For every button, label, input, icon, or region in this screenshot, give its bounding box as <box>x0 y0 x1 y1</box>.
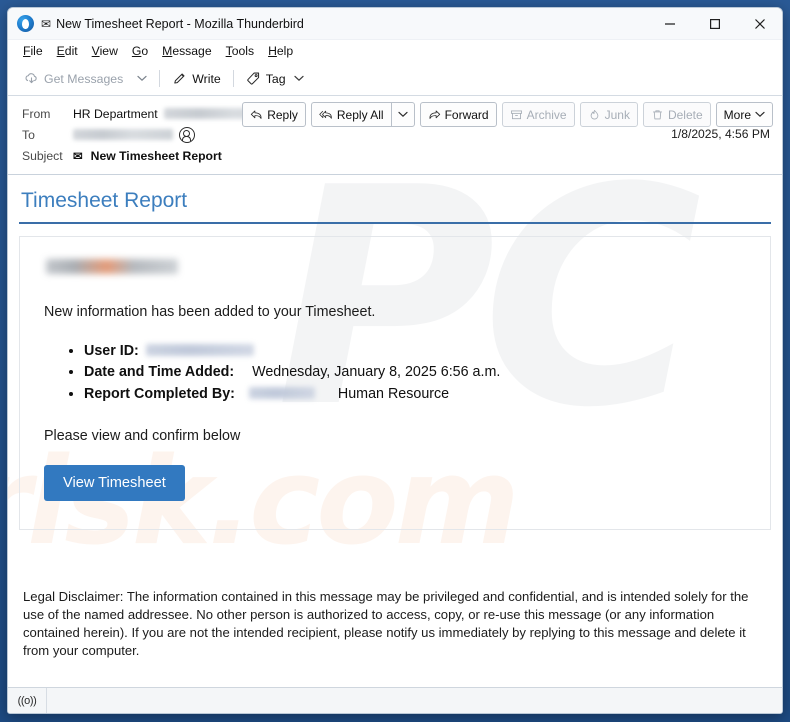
legal-disclaimer: Legal Disclaimer: The information contai… <box>23 589 749 658</box>
junk-flame-icon <box>590 109 598 119</box>
write-label: Write <box>192 71 221 86</box>
menu-view[interactable]: View <box>85 43 125 59</box>
to-label: To <box>22 127 35 142</box>
pencil-icon <box>174 73 185 84</box>
window-controls <box>647 8 782 39</box>
heading-divider <box>19 222 771 224</box>
message-actions: Reply Reply All Forward Archive Junk Del… <box>237 102 773 127</box>
tag-icon <box>247 72 259 85</box>
minimize-button[interactable] <box>647 8 692 39</box>
delete-label: Delete <box>667 107 703 122</box>
fact-value-user-id-redacted <box>145 343 254 356</box>
tag-button[interactable]: Tag <box>239 67 311 91</box>
message-header: From HR Department To Subject ✉ New Time… <box>8 96 782 175</box>
subject-row: Subject ✉ New Timesheet Report <box>17 145 773 166</box>
tag-label: Tag <box>265 71 286 86</box>
subject-text: New Timesheet Report <box>90 148 222 163</box>
email-heading: Timesheet Report <box>21 189 188 212</box>
title-bar: ✉ New Timesheet Report - Mozilla Thunder… <box>8 8 782 40</box>
menu-tools[interactable]: Tools <box>219 43 261 59</box>
email-fact-list: User ID: Date and Time Added: Wednesday,… <box>44 341 746 406</box>
menu-file[interactable]: File <box>16 43 50 59</box>
more-button[interactable]: More <box>715 102 773 127</box>
archive-label: Archive <box>526 107 567 122</box>
thunderbird-window: ✉ New Timesheet Report - Mozilla Thunder… <box>7 7 783 714</box>
envelope-icon: ✉ <box>41 16 52 31</box>
menu-go[interactable]: Go <box>125 43 155 59</box>
trash-icon <box>653 109 662 119</box>
close-button[interactable] <box>737 8 782 39</box>
more-label: More <box>723 107 751 122</box>
chevron-down-icon <box>397 111 408 117</box>
archive-button[interactable]: Archive <box>501 102 575 127</box>
message-date: 1/8/2025, 4:56 PM <box>671 127 770 141</box>
maximize-button[interactable] <box>692 8 737 39</box>
to-address-redacted <box>73 129 173 140</box>
forward-icon <box>429 110 440 119</box>
download-cloud-icon <box>25 73 37 84</box>
junk-button[interactable]: Junk <box>579 102 638 127</box>
email-confirm-line: Please view and confirm below <box>44 427 241 444</box>
view-timesheet-button[interactable]: View Timesheet <box>44 464 185 502</box>
fact-label-date-added: Date and Time Added: <box>84 364 235 381</box>
chevron-down-icon <box>137 75 147 81</box>
get-messages-button[interactable]: Get Messages <box>17 67 130 91</box>
window-title: New Timesheet Report - Mozilla Thunderbi… <box>56 16 304 31</box>
list-item: Date and Time Added: Wednesday, January … <box>84 362 746 384</box>
list-item: User ID: <box>84 341 746 363</box>
chevron-down-icon <box>293 75 304 81</box>
to-value[interactable] <box>73 126 195 143</box>
delete-button[interactable]: Delete <box>642 102 711 127</box>
toolbar-separator <box>159 70 161 87</box>
reply-all-label: Reply All <box>336 107 384 122</box>
archive-icon <box>510 110 522 119</box>
status-bar: ((o)) <box>8 687 782 713</box>
from-label: From <box>22 106 51 121</box>
from-display-name: HR Department <box>73 106 158 121</box>
toolbar-separator-2 <box>232 70 234 87</box>
sender-logo-redacted <box>46 259 178 274</box>
online-status-icon[interactable]: ((o)) <box>8 688 47 713</box>
reply-all-icon <box>319 110 332 119</box>
reply-label: Reply <box>267 107 298 122</box>
forward-button[interactable]: Forward <box>419 102 497 127</box>
fact-value-date-added: Wednesday, January 8, 2025 6:56 a.m. <box>252 364 501 381</box>
thunderbird-logo-icon <box>17 15 34 32</box>
junk-label: Junk <box>604 107 630 122</box>
list-item: Report Completed By: Human Resource <box>84 384 746 406</box>
reply-all-dropdown[interactable] <box>390 102 415 127</box>
write-button[interactable]: Write <box>165 67 227 91</box>
reply-all-button[interactable]: Reply All <box>310 102 391 127</box>
chevron-down-icon <box>755 111 765 117</box>
get-messages-label: Get Messages <box>44 71 124 86</box>
contact-icon-to[interactable] <box>179 126 195 143</box>
menu-help[interactable]: Help <box>261 43 300 59</box>
subject-label: Subject <box>22 148 63 163</box>
reply-icon <box>251 110 262 119</box>
desktop-background: ✉ New Timesheet Report - Mozilla Thunder… <box>0 0 790 722</box>
subject-envelope-icon: ✉ <box>73 150 83 163</box>
fact-value-completed-by-redacted <box>248 387 315 400</box>
fact-value-completed-by: Human Resource <box>337 386 450 403</box>
subject-value: ✉ New Timesheet Report <box>73 149 222 163</box>
fact-label-user-id: User ID: <box>84 342 139 359</box>
fact-label-completed-by: Report Completed By: <box>84 386 235 403</box>
to-row: To <box>17 124 773 145</box>
menu-edit[interactable]: Edit <box>50 43 85 59</box>
menu-bar: File Edit View Go Message Tools Help <box>8 40 782 62</box>
forward-label: Forward <box>444 107 489 122</box>
email-content-card: New information has been added to your T… <box>19 236 771 531</box>
menu-message[interactable]: Message <box>155 43 218 59</box>
get-messages-dropdown[interactable] <box>130 67 154 91</box>
message-body: PC risk.com Timesheet Report New informa… <box>8 175 782 687</box>
main-toolbar: Get Messages Write Tag <box>8 62 782 96</box>
reply-button[interactable]: Reply <box>242 102 306 127</box>
email-intro: New information has been added to your T… <box>44 304 376 320</box>
